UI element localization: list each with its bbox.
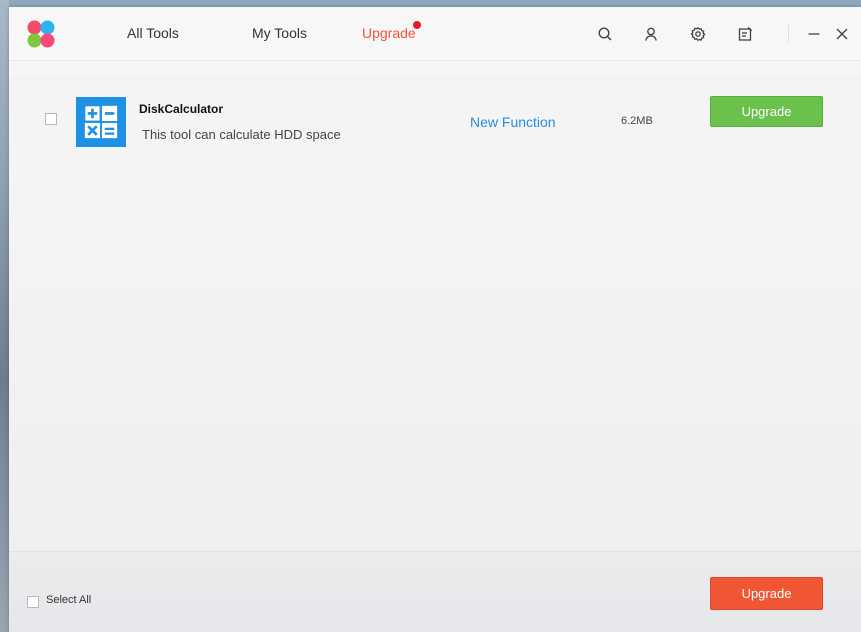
gear-icon[interactable] [689, 25, 707, 43]
tool-name: DiskCalculator [139, 102, 224, 116]
user-icon[interactable] [642, 25, 660, 43]
calculator-icon [76, 97, 126, 147]
tab-my-tools[interactable]: My Tools [252, 25, 307, 41]
app-logo-icon [27, 20, 55, 48]
row-checkbox[interactable] [45, 113, 57, 125]
tab-upgrade[interactable]: Upgrade [362, 25, 416, 41]
upgrade-all-button[interactable]: Upgrade [710, 577, 823, 610]
feedback-icon[interactable] [736, 25, 754, 43]
select-all-label[interactable]: Select All [46, 594, 91, 606]
list-item: DiskCalculator This tool can calculate H… [9, 75, 861, 163]
upgrade-tool-button[interactable]: Upgrade [710, 96, 823, 127]
window-controls-divider [788, 25, 789, 43]
select-all-checkbox[interactable] [27, 596, 39, 608]
minimize-icon[interactable] [805, 25, 823, 43]
notification-dot [413, 21, 421, 29]
tool-list: DiskCalculator This tool can calculate H… [9, 61, 861, 551]
tool-description: This tool can calculate HDD space [142, 127, 341, 142]
search-icon[interactable] [596, 25, 614, 43]
tool-size: 6.2MB [621, 115, 653, 127]
desktop-background [0, 0, 9, 632]
title-bar: All Tools My Tools Upgrade [9, 7, 861, 61]
app-window: All Tools My Tools Upgrade DiskCalculato… [9, 7, 861, 632]
tab-all-tools[interactable]: All Tools [127, 25, 179, 41]
new-function-link[interactable]: New Function [470, 114, 556, 130]
close-icon[interactable] [833, 25, 851, 43]
footer-bar: Select All Upgrade [9, 551, 861, 632]
